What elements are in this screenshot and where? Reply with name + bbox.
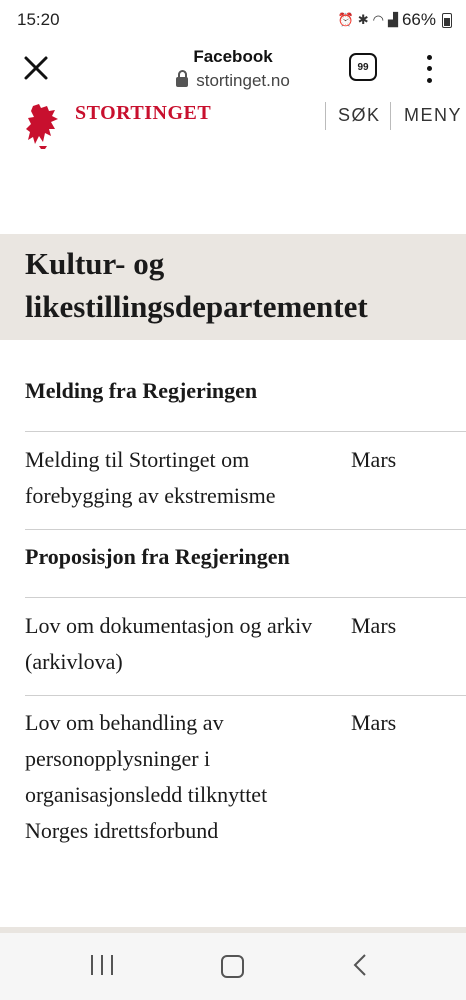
battery-percent: 66% — [401, 10, 436, 29]
page-source-title: Facebook — [193, 47, 273, 66]
lion-logo-icon[interactable] — [25, 102, 65, 150]
site-header: STORTINGET SØK MENY — [0, 102, 466, 157]
list-item-title[interactable]: Melding til Stortinget om forebygging av… — [25, 442, 335, 514]
lock-icon — [176, 70, 189, 87]
status-bar: 15:20 ⏰ ✱ ◠ ▟ 66% — [0, 0, 466, 40]
divider — [325, 102, 326, 130]
wifi-icon: ◠ — [372, 12, 384, 27]
search-link[interactable]: SØK — [338, 105, 381, 126]
divider — [25, 695, 466, 696]
divider — [25, 431, 466, 432]
department-title: Kultur- og likestillingsdepartementet — [25, 246, 368, 324]
section-heading: Melding fra Regjeringen — [25, 378, 258, 403]
divider — [25, 597, 466, 598]
signal-icon: ▟ — [387, 12, 398, 27]
section-heading: Proposisjon fra Regjeringen — [25, 544, 290, 569]
recent-apps-button[interactable] — [91, 955, 113, 975]
more-options-button[interactable] — [421, 52, 437, 86]
list-item-month: Mars — [351, 447, 397, 472]
more-vertical-icon — [426, 55, 432, 61]
battery-icon — [442, 12, 452, 28]
list-item-title[interactable]: Lov om dokumentasjon og arkiv (arkivlova… — [25, 608, 335, 680]
department-band: Kultur- og likestillingsdepartementet — [0, 234, 466, 340]
home-button[interactable] — [221, 955, 244, 978]
menu-link[interactable]: MENY — [404, 105, 462, 126]
back-button[interactable] — [352, 953, 368, 977]
site-logo-text[interactable]: STORTINGET — [75, 102, 211, 125]
divider — [390, 102, 391, 130]
status-time: 15:20 — [17, 10, 60, 29]
list-item-title[interactable]: Lov om behandling av personopplysninger … — [25, 705, 335, 849]
bluetooth-icon: ✱ — [357, 12, 369, 27]
browser-toolbar: Facebook stortinget.no 99 — [0, 40, 466, 102]
system-nav-bar — [0, 933, 466, 1000]
url-display[interactable]: stortinget.no — [0, 70, 466, 91]
url-text: stortinget.no — [196, 71, 290, 90]
divider — [25, 529, 466, 530]
alarm-icon: ⏰ — [337, 12, 354, 27]
list-item-month: Mars — [351, 710, 397, 735]
tabs-button[interactable]: 99 — [349, 53, 377, 81]
list-item-month: Mars — [351, 613, 397, 638]
status-icons: ⏰ ✱ ◠ ▟ 66% — [338, 10, 452, 30]
